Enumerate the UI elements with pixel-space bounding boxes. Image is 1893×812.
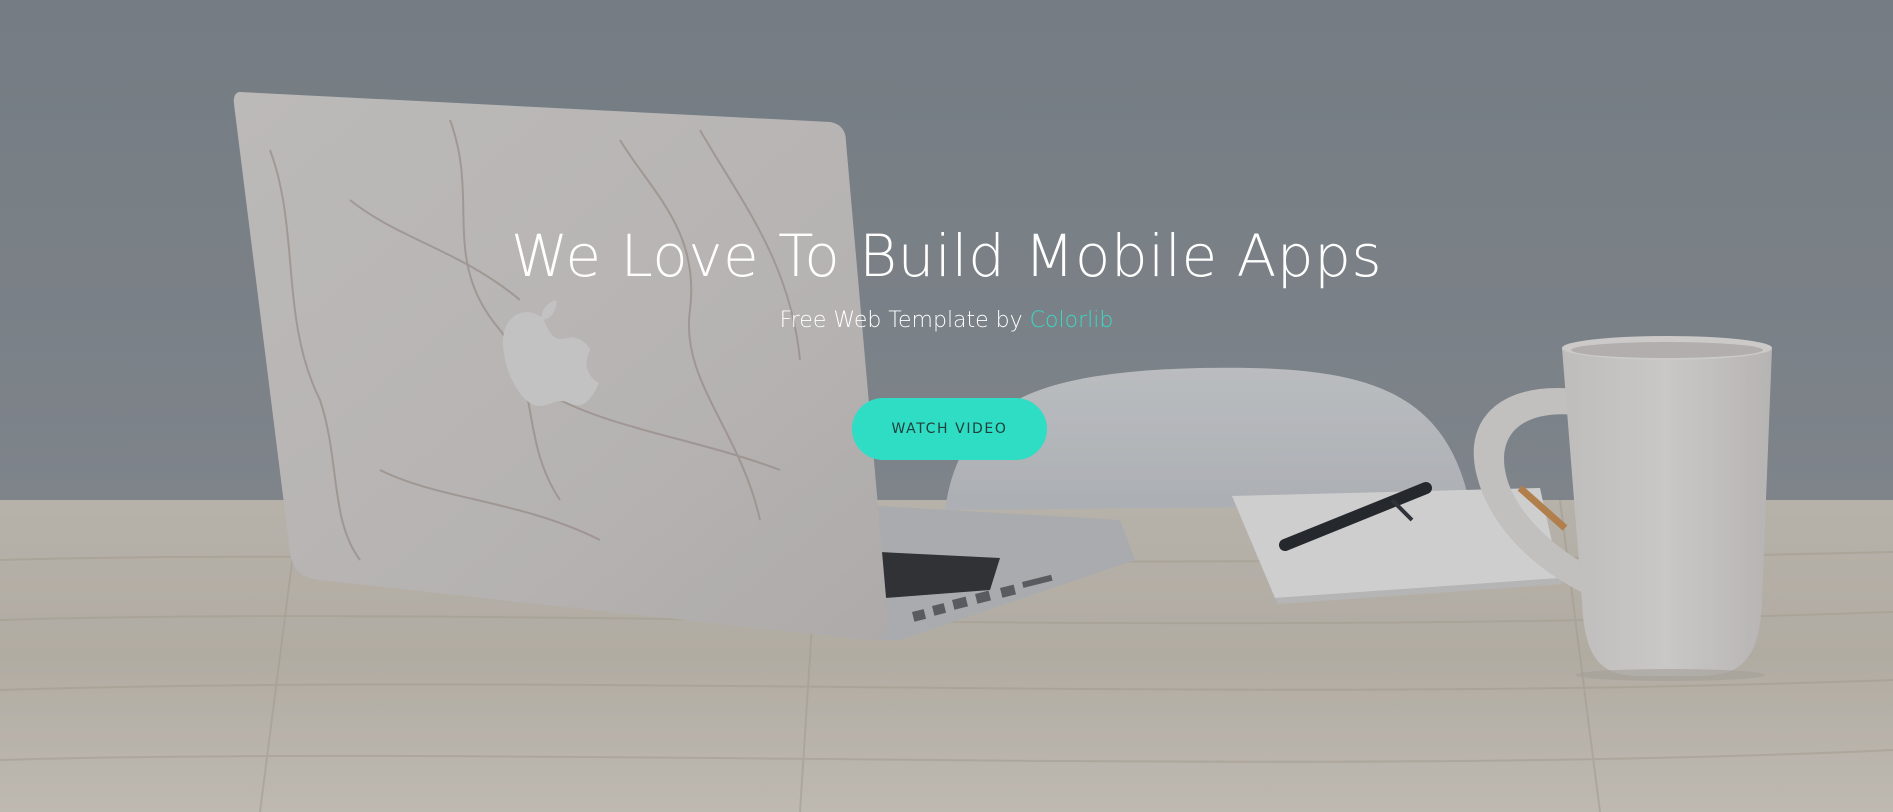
hero-section: We Love To Build Mobile Apps Free Web Te… (0, 0, 1893, 812)
hero-title: We Love To Build Mobile Apps (510, 222, 1383, 290)
hero-subtitle: Free Web Template by Colorlib (0, 306, 1893, 336)
hero-content: We Love To Build Mobile Apps Free Web Te… (0, 0, 1893, 812)
watch-video-button[interactable]: WATCH VIDEO (852, 398, 1047, 460)
colorlib-link[interactable]: Colorlib (1030, 308, 1114, 333)
hero-subtitle-text: Free Web Template by (779, 308, 1030, 333)
